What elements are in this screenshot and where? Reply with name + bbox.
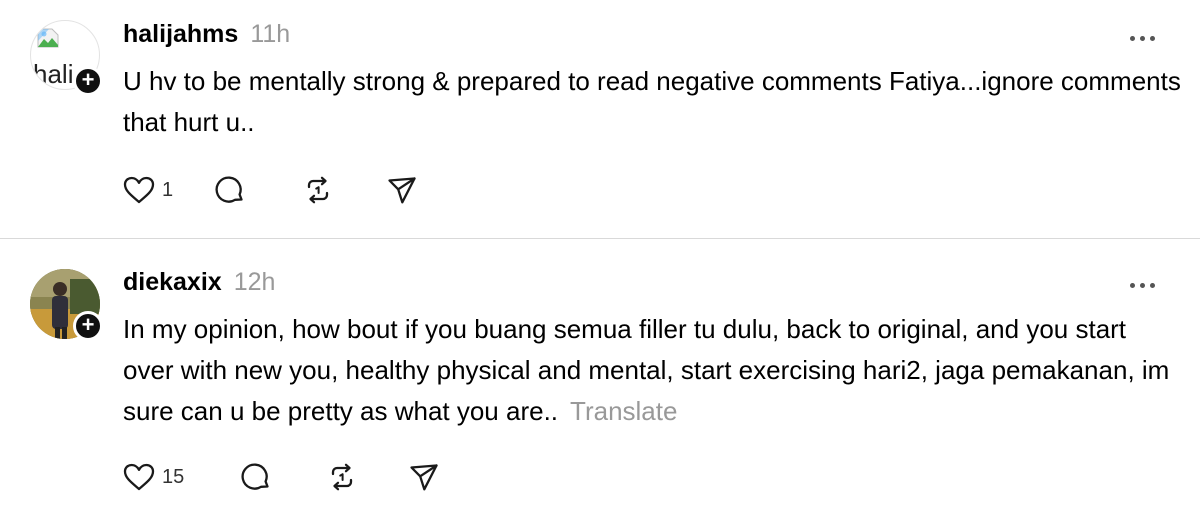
comment-icon [241, 463, 269, 490]
repost-button[interactable] [302, 174, 386, 206]
avatar-alt-text: hali [33, 59, 74, 89]
share-button[interactable] [386, 174, 426, 206]
follow-plus-icon[interactable]: + [73, 66, 103, 96]
username[interactable]: halijahms [123, 20, 238, 49]
reply-button[interactable] [240, 461, 326, 493]
timestamp[interactable]: 11h [250, 20, 290, 49]
repost-icon [331, 463, 353, 491]
broken-image-icon [37, 28, 59, 48]
like-count: 1 [162, 178, 174, 201]
more-options-icon[interactable] [1130, 30, 1160, 46]
post-text: In my opinion, how bout if you buang sem… [123, 309, 1183, 432]
repost-button[interactable] [326, 461, 408, 493]
post-header: halijahms 11h [123, 20, 290, 49]
comment-icon [215, 176, 243, 203]
reply-button[interactable] [214, 174, 302, 206]
post-diekaxix: + diekaxix 12h In my opinion, how bout i… [0, 239, 1200, 516]
post-header: diekaxix 12h [123, 268, 275, 297]
heart-icon [123, 463, 155, 491]
like-button[interactable]: 1 [122, 174, 214, 206]
action-bar: 15 [122, 461, 448, 493]
post-text-content: U hv to be mentally strong & prepared to… [123, 66, 1181, 137]
username[interactable]: diekaxix [123, 268, 222, 297]
heart-icon [123, 176, 155, 204]
like-button[interactable]: 15 [122, 461, 240, 493]
more-options-icon[interactable] [1130, 277, 1160, 293]
repost-icon [307, 176, 329, 204]
post-halijahms: hali + halijahms 11h U hv to be mentally… [0, 0, 1200, 238]
action-bar: 1 [122, 174, 426, 206]
post-text: U hv to be mentally strong & prepared to… [123, 61, 1183, 143]
send-icon [410, 464, 438, 491]
send-icon [388, 177, 416, 204]
follow-plus-icon[interactable]: + [73, 311, 103, 341]
like-count: 15 [162, 465, 185, 488]
translate-link[interactable]: Translate [570, 396, 677, 426]
timestamp[interactable]: 12h [234, 268, 276, 297]
share-button[interactable] [408, 461, 448, 493]
